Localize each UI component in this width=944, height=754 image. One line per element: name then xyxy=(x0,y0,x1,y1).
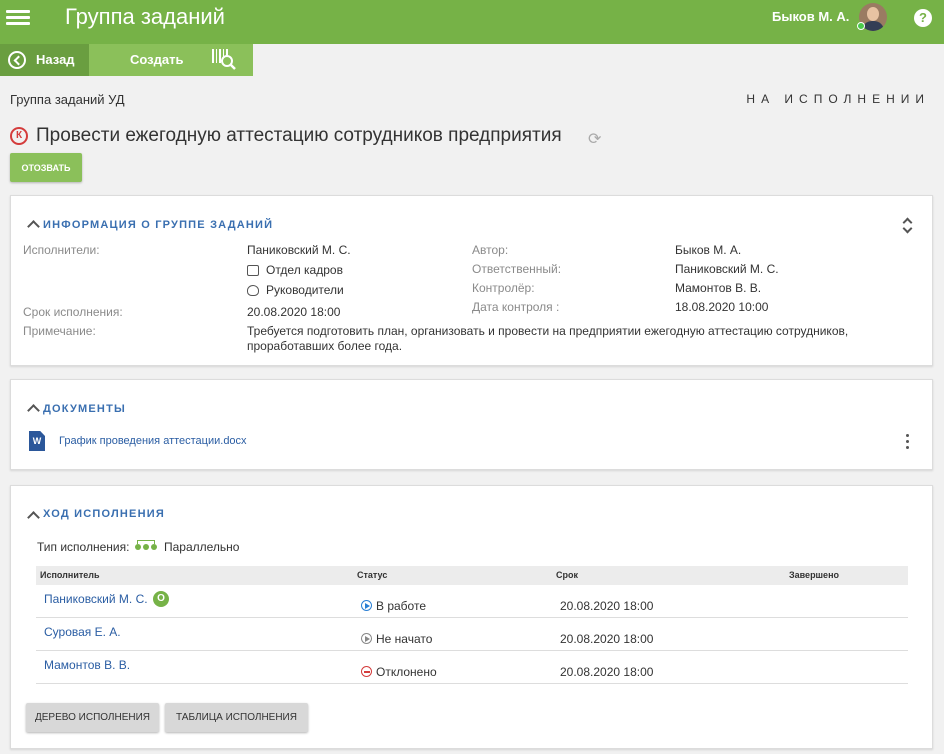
executor-department: Отдел кадров xyxy=(266,263,343,277)
column-due[interactable]: Срок xyxy=(556,570,578,580)
responsible-value: Паниковский М. С. xyxy=(675,262,779,276)
collapse-progress-icon[interactable] xyxy=(27,511,40,524)
not-started-status-icon xyxy=(361,633,372,644)
progress-section-title: ХОД ИСПОЛНЕНИЯ xyxy=(43,508,165,520)
status-label: НА ИСПОЛНЕНИИ xyxy=(746,92,930,106)
execution-table-button[interactable]: ТАБЛИЦА ИСПОЛНЕНИЯ xyxy=(165,703,308,732)
create-button-label: Создать xyxy=(130,52,184,67)
executor-name[interactable]: Паниковский М. С. xyxy=(44,592,148,606)
table-header: Исполнитель Статус Срок Завершено xyxy=(36,566,908,585)
online-status-icon xyxy=(857,22,865,30)
word-file-icon: W xyxy=(29,431,45,451)
status-text: Не начато xyxy=(376,632,433,646)
info-card: ИНФОРМАЦИЯ О ГРУППЕ ЗАДАНИЙ Исполнители:… xyxy=(10,195,933,366)
column-executor[interactable]: Исполнитель xyxy=(40,570,100,580)
executor-name[interactable]: Мамонтов В. В. xyxy=(44,658,130,672)
in-work-status-icon xyxy=(361,600,372,611)
rejected-status-icon xyxy=(361,666,372,677)
back-arrow-icon xyxy=(8,51,26,69)
more-options-icon[interactable] xyxy=(905,434,911,450)
executor-person: Паниковский М. С. xyxy=(247,243,351,257)
info-section-title: ИНФОРМАЦИЯ О ГРУППЕ ЗАДАНИЙ xyxy=(43,219,274,231)
collapse-documents-icon[interactable] xyxy=(27,404,40,417)
priority-badge-icon: К xyxy=(10,127,28,145)
exec-type-label: Тип исполнения: xyxy=(37,540,130,554)
exec-type-value: Параллельно xyxy=(164,540,240,554)
column-done[interactable]: Завершено xyxy=(789,570,839,580)
deadline-value: 20.08.2020 18:00 xyxy=(247,305,341,319)
executors-label: Исполнители: xyxy=(23,243,100,257)
group-label: Группа заданий УД xyxy=(10,92,125,107)
barcode-search-button[interactable] xyxy=(209,44,239,76)
executor-role: Руководители xyxy=(266,283,344,297)
status-text: Отклонено xyxy=(376,665,437,679)
top-bar: Группа заданий Быков М. А. ? xyxy=(0,0,944,44)
executor-name[interactable]: Суровая Е. А. xyxy=(44,625,121,639)
documents-card: ДОКУМЕНТЫ W График проведения аттестации… xyxy=(10,379,933,470)
document-link[interactable]: График проведения аттестации.docx xyxy=(59,435,247,447)
author-label: Автор: xyxy=(472,243,509,257)
due-date: 20.08.2020 18:00 xyxy=(560,599,654,613)
expand-collapse-icon[interactable] xyxy=(901,217,913,233)
note-label: Примечание: xyxy=(23,324,96,338)
table-row[interactable]: Суровая Е. А. Не начато 20.08.2020 18:00 xyxy=(36,618,908,651)
deadline-label: Срок исполнения: xyxy=(23,305,123,319)
controller-value: Мамонтов В. В. xyxy=(675,281,762,295)
barcode-search-icon xyxy=(212,49,236,70)
table-row[interactable]: Мамонтов В. В. Отклонено 20.08.2020 18:0… xyxy=(36,651,908,684)
back-button[interactable]: Назад xyxy=(0,44,89,76)
task-title: Провести ежегодную аттестацию сотруднико… xyxy=(36,125,562,146)
department-icon xyxy=(247,265,259,276)
help-icon[interactable]: ? xyxy=(914,9,932,27)
toolbar: Назад Создать xyxy=(0,44,253,76)
progress-card: ХОД ИСПОЛНЕНИЯ Тип исполнения: Параллель… xyxy=(10,485,933,749)
recall-button[interactable]: ОТОЗВАТЬ xyxy=(10,153,82,182)
author-value: Быков М. А. xyxy=(675,243,742,257)
control-date-value: 18.08.2020 10:00 xyxy=(675,300,769,314)
refresh-icon[interactable]: ⟳ xyxy=(588,129,601,149)
note-value: Требуется подготовить план, организовать… xyxy=(247,324,849,353)
table-row[interactable]: Паниковский М. С. О В работе 20.08.2020 … xyxy=(36,585,908,618)
app-title: Группа заданий xyxy=(65,4,225,29)
responsible-label: Ответственный: xyxy=(472,262,562,276)
controller-label: Контролёр: xyxy=(472,281,535,295)
execution-tree-button[interactable]: ДЕРЕВО ИСПОЛНЕНИЯ xyxy=(26,703,159,732)
responsible-badge: О xyxy=(153,591,169,607)
back-button-label: Назад xyxy=(36,52,75,67)
collapse-info-icon[interactable] xyxy=(27,220,40,233)
role-group-icon xyxy=(247,285,259,296)
column-status[interactable]: Статус xyxy=(357,570,387,580)
parallel-icon xyxy=(135,537,157,551)
plus-icon xyxy=(104,52,120,68)
documents-section-title: ДОКУМЕНТЫ xyxy=(43,403,126,415)
control-date-label: Дата контроля : xyxy=(472,300,560,314)
due-date: 20.08.2020 18:00 xyxy=(560,632,654,646)
hamburger-menu-icon[interactable] xyxy=(6,7,30,31)
user-name[interactable]: Быков М. А. xyxy=(772,9,849,24)
due-date: 20.08.2020 18:00 xyxy=(560,665,654,679)
status-text: В работе xyxy=(376,599,427,613)
